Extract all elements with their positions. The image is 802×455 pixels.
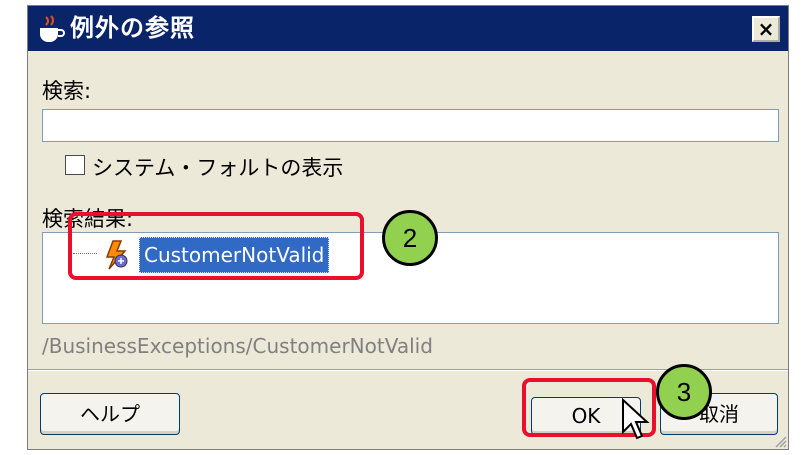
highlight-result-box [68,212,364,280]
search-input[interactable] [42,109,779,142]
help-button[interactable]: ヘルプ [40,393,180,435]
step-3-badge: 3 [656,364,712,420]
show-system-faults-label: システム・フォルトの表示 [92,156,344,180]
dialog-title: 例外の参照 [70,14,195,42]
title-bar[interactable]: 例外の参照 × [28,6,788,51]
java-cup-icon [40,15,65,42]
step-2-badge: 2 [382,210,438,266]
close-icon: × [757,17,775,41]
resize-grip-icon[interactable] [773,434,787,448]
selected-path: /BusinessExceptions/CustomerNotValid [42,334,433,358]
mouse-cursor-icon [622,398,650,440]
close-button[interactable]: × [752,16,780,42]
show-system-faults-checkbox[interactable] [65,155,85,175]
search-label: 検索: [42,79,92,103]
